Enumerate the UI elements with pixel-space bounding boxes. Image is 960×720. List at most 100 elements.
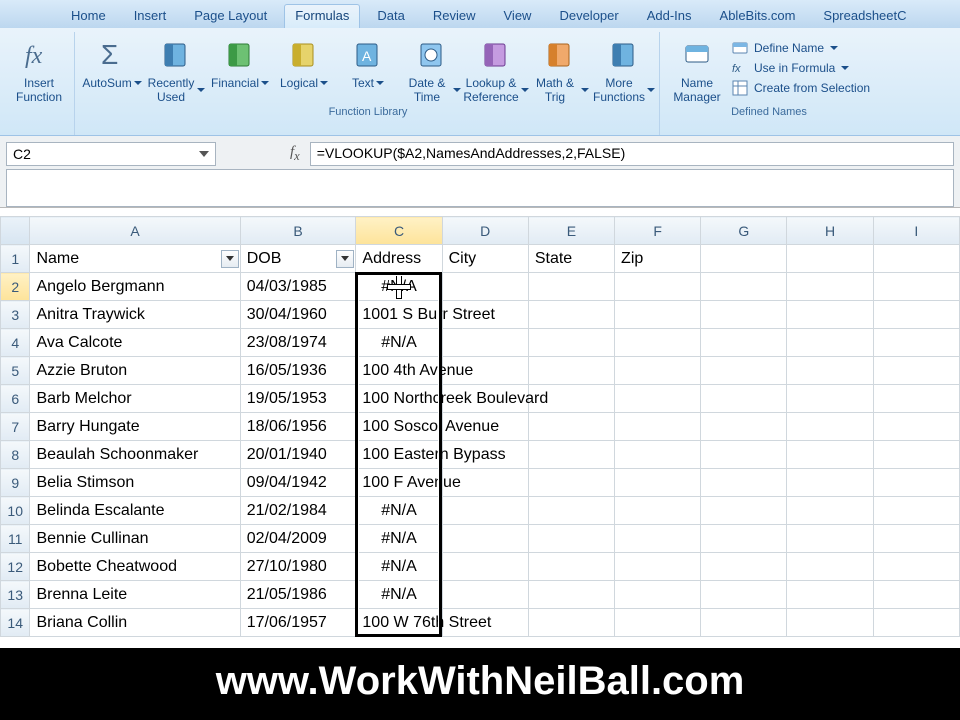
cell[interactable] xyxy=(873,581,959,609)
cell[interactable]: State xyxy=(528,245,614,273)
cell[interactable]: 21/05/1986 xyxy=(240,581,356,609)
cell[interactable] xyxy=(615,413,701,441)
cell[interactable] xyxy=(528,609,614,637)
cell[interactable] xyxy=(701,497,787,525)
cell[interactable]: 21/02/1984 xyxy=(240,497,356,525)
tab-developer[interactable]: Developer xyxy=(548,4,629,28)
cell[interactable] xyxy=(442,329,528,357)
cell[interactable] xyxy=(787,525,873,553)
cell[interactable]: Anitra Traywick xyxy=(30,301,240,329)
cell[interactable]: #N/A xyxy=(356,329,442,357)
cell[interactable] xyxy=(787,329,873,357)
cell[interactable]: Barry Hungate xyxy=(30,413,240,441)
col-header-B[interactable]: B xyxy=(240,217,356,245)
row-header-11[interactable]: 11 xyxy=(1,525,30,553)
insert-function-button[interactable]: fx Insert Function xyxy=(10,34,68,106)
cell[interactable] xyxy=(528,385,614,413)
tab-ablebits-com[interactable]: AbleBits.com xyxy=(709,4,807,28)
cell[interactable] xyxy=(701,553,787,581)
tab-review[interactable]: Review xyxy=(422,4,487,28)
cell[interactable]: 09/04/1942 xyxy=(240,469,356,497)
cell[interactable] xyxy=(701,329,787,357)
cell[interactable] xyxy=(873,301,959,329)
logical-button[interactable]: Logical xyxy=(275,34,333,92)
cell[interactable] xyxy=(701,581,787,609)
cell[interactable] xyxy=(873,385,959,413)
cell[interactable] xyxy=(528,329,614,357)
cell[interactable] xyxy=(615,581,701,609)
cell[interactable]: Bobette Cheatwood xyxy=(30,553,240,581)
row-header-6[interactable]: 6 xyxy=(1,385,30,413)
cell[interactable] xyxy=(701,245,787,273)
cell[interactable]: Barb Melchor xyxy=(30,385,240,413)
row-header-13[interactable]: 13 xyxy=(1,581,30,609)
row-header-7[interactable]: 7 xyxy=(1,413,30,441)
cell[interactable]: Address xyxy=(356,245,442,273)
cell[interactable]: Zip xyxy=(615,245,701,273)
cell[interactable] xyxy=(528,581,614,609)
cell[interactable]: 20/01/1940 xyxy=(240,441,356,469)
cell[interactable] xyxy=(701,469,787,497)
insert-function-fx-button[interactable]: fx xyxy=(284,144,306,164)
cell[interactable] xyxy=(442,497,528,525)
cell[interactable] xyxy=(873,357,959,385)
cell[interactable] xyxy=(873,497,959,525)
cell[interactable]: Bennie Cullinan xyxy=(30,525,240,553)
cell[interactable]: 19/05/1953 xyxy=(240,385,356,413)
cell[interactable]: Belinda Escalante xyxy=(30,497,240,525)
name-manager-button[interactable]: Name Manager xyxy=(668,34,726,106)
row-header-4[interactable]: 4 xyxy=(1,329,30,357)
cell[interactable]: DOB xyxy=(240,245,356,273)
cell[interactable]: Ava Calcote xyxy=(30,329,240,357)
cell[interactable] xyxy=(442,273,528,301)
cell[interactable]: Brenna Leite xyxy=(30,581,240,609)
dropdown-icon[interactable] xyxy=(199,151,209,157)
cell[interactable] xyxy=(701,441,787,469)
cell[interactable] xyxy=(528,497,614,525)
cell[interactable] xyxy=(528,273,614,301)
cell[interactable] xyxy=(442,413,528,441)
cell[interactable] xyxy=(615,301,701,329)
tab-formulas[interactable]: Formulas xyxy=(284,4,360,28)
use-in-formula-button[interactable]: fx Use in Formula xyxy=(732,60,870,76)
financial-button[interactable]: Financial xyxy=(211,34,269,92)
cell[interactable]: Belia Stimson xyxy=(30,469,240,497)
formula-bar-expanded[interactable] xyxy=(6,169,954,207)
row-header-3[interactable]: 3 xyxy=(1,301,30,329)
cell[interactable]: 100 W 76th Street xyxy=(356,609,442,637)
tab-view[interactable]: View xyxy=(493,4,543,28)
cell[interactable] xyxy=(787,581,873,609)
cell[interactable] xyxy=(873,441,959,469)
col-header-C[interactable]: C xyxy=(356,217,442,245)
grid[interactable]: ABCDEFGHI 1NameDOBAddressCityStateZip2An… xyxy=(0,216,960,637)
cell[interactable] xyxy=(442,385,528,413)
cell[interactable] xyxy=(615,609,701,637)
cell[interactable] xyxy=(615,525,701,553)
cell[interactable]: 100 4th Avenue xyxy=(356,357,442,385)
cell[interactable] xyxy=(442,609,528,637)
cell[interactable] xyxy=(528,301,614,329)
tab-data[interactable]: Data xyxy=(366,4,415,28)
cell[interactable]: Briana Collin xyxy=(30,609,240,637)
row-header-9[interactable]: 9 xyxy=(1,469,30,497)
row-header-8[interactable]: 8 xyxy=(1,441,30,469)
text-button[interactable]: A Text xyxy=(339,34,397,92)
cell[interactable] xyxy=(873,273,959,301)
cell[interactable]: 17/06/1957 xyxy=(240,609,356,637)
select-all-corner[interactable] xyxy=(1,217,30,245)
cell[interactable] xyxy=(873,245,959,273)
cell[interactable] xyxy=(787,301,873,329)
cell[interactable] xyxy=(787,469,873,497)
cell[interactable]: 1001 S Burr Street xyxy=(356,301,442,329)
col-header-G[interactable]: G xyxy=(701,217,787,245)
cell[interactable] xyxy=(528,553,614,581)
tab-add-ins[interactable]: Add-Ins xyxy=(636,4,703,28)
cell[interactable]: Name xyxy=(30,245,240,273)
row-header-2[interactable]: 2 xyxy=(1,273,30,301)
row-header-12[interactable]: 12 xyxy=(1,553,30,581)
lookup-button[interactable]: Lookup & Reference xyxy=(467,34,525,106)
formula-bar[interactable]: =VLOOKUP($A2,NamesAndAddresses,2,FALSE) xyxy=(310,142,954,166)
cell[interactable]: City xyxy=(442,245,528,273)
cell[interactable]: 100 Soscol Avenue xyxy=(356,413,442,441)
worksheet[interactable]: ABCDEFGHI 1NameDOBAddressCityStateZip2An… xyxy=(0,216,960,637)
